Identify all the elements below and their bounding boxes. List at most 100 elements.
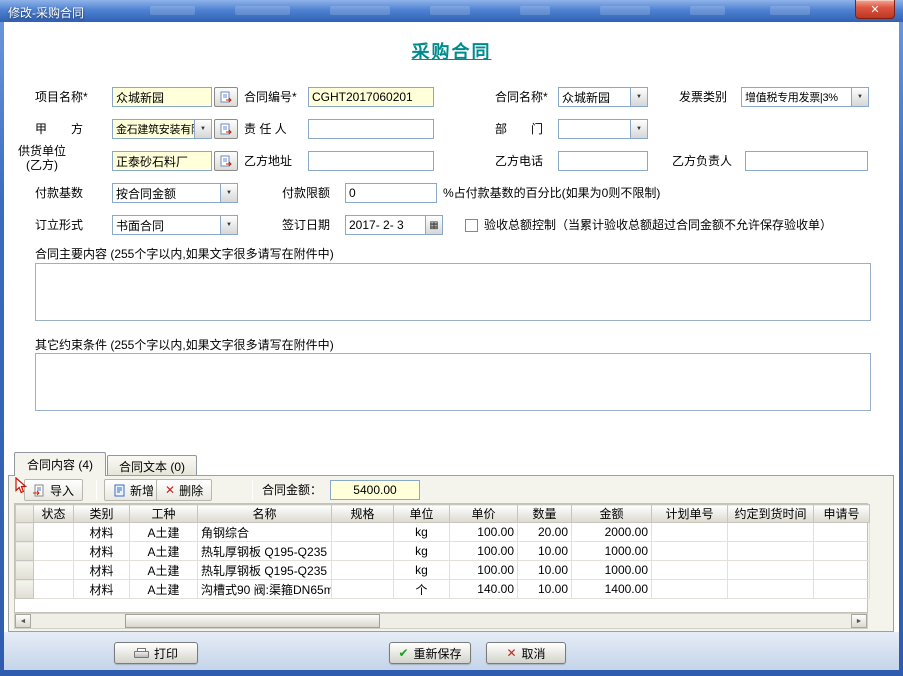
cell-work-type[interactable]: A土建 [130,580,198,599]
cell-name[interactable]: 沟槽式90 阀:渠箍DN65mm [198,580,332,599]
cell-name[interactable]: 热轧厚钢板 Q195-Q235 8 [198,561,332,580]
cell-status[interactable] [34,580,74,599]
cell-amount[interactable]: 1000.00 [572,542,652,561]
row-header-cell[interactable] [16,542,34,561]
scroll-right-button[interactable]: ► [851,614,867,628]
save-button[interactable]: ✔ 重新保存 [389,642,471,664]
cell-plan-no[interactable] [652,523,728,542]
cell-request-no[interactable] [814,523,870,542]
print-button[interactable]: 打印 [114,642,198,664]
cell-request-no[interactable] [814,561,870,580]
tab-contract-text[interactable]: 合同文本 (0) [107,455,197,476]
column-header[interactable]: 约定到货时间 [728,505,814,523]
cell-work-type[interactable]: A土建 [130,542,198,561]
column-header[interactable]: 金额 [572,505,652,523]
row-header-cell[interactable] [16,580,34,599]
import-button[interactable]: 导入 [24,479,83,501]
form-type-combobox[interactable]: 书面合同 ▼ [112,215,238,235]
sign-date-picker[interactable]: 2017- 2- 3 ▦ [345,215,443,235]
contract-no-input[interactable] [308,87,434,107]
cell-unit[interactable]: kg [394,561,450,580]
column-header[interactable]: 规格 [332,505,394,523]
cell-spec[interactable] [332,580,394,599]
invoice-type-combobox[interactable]: 增值税专用发票|3% ▼ [741,87,869,107]
contract-name-combobox[interactable]: 众城新园 ▼ [558,87,648,107]
cell-plan-no[interactable] [652,580,728,599]
cell-delivery-time[interactable] [728,561,814,580]
cell-name[interactable]: 角钢综合 [198,523,332,542]
party-a-combobox[interactable]: 金石建筑安装有限公 ▼ [112,119,212,139]
supplier-lookup-button[interactable] [214,151,238,171]
cell-delivery-time[interactable] [728,580,814,599]
other-terms-textarea[interactable] [35,353,871,411]
chevron-down-icon[interactable]: ▼ [220,184,237,202]
delete-button[interactable]: ✕ 删除 [156,479,212,501]
cell-status[interactable] [34,561,74,580]
cell-name[interactable]: 热轧厚钢板 Q195-Q235 2 [198,542,332,561]
cell-quantity[interactable]: 10.00 [518,580,572,599]
column-header[interactable]: 状态 [34,505,74,523]
cell-amount[interactable]: 2000.00 [572,523,652,542]
cell-amount[interactable]: 1000.00 [572,561,652,580]
column-header[interactable]: 名称 [198,505,332,523]
column-header[interactable]: 类别 [74,505,130,523]
cell-plan-no[interactable] [652,542,728,561]
table-row[interactable]: 材料 A土建 角钢综合 kg 100.00 20.00 2000.00 [16,523,870,542]
cancel-button[interactable]: ✕ 取消 [486,642,566,664]
chevron-down-icon[interactable]: ▼ [220,216,237,234]
add-button[interactable]: 新增 [104,479,163,501]
row-header-cell[interactable] [16,561,34,580]
cell-status[interactable] [34,523,74,542]
column-header[interactable]: 计划单号 [652,505,728,523]
main-content-textarea[interactable] [35,263,871,321]
responsible-input[interactable] [308,119,434,139]
party-a-lookup-button[interactable] [214,119,238,139]
cell-category[interactable]: 材料 [74,523,130,542]
payment-limit-input[interactable] [345,183,437,203]
cell-category[interactable]: 材料 [74,542,130,561]
cell-plan-no[interactable] [652,561,728,580]
cell-category[interactable]: 材料 [74,580,130,599]
scrollbar-thumb[interactable] [125,614,380,628]
column-header[interactable]: 单价 [450,505,518,523]
cell-spec[interactable] [332,561,394,580]
supplier-input[interactable] [112,151,212,171]
table-row[interactable]: 材料 A土建 沟槽式90 阀:渠箍DN65mm 个 140.00 10.00 1… [16,580,870,599]
department-combobox[interactable]: ▼ [558,119,648,139]
cell-category[interactable]: 材料 [74,561,130,580]
cell-status[interactable] [34,542,74,561]
titlebar[interactable]: 修改-采购合同 ✕ [0,0,903,22]
cell-request-no[interactable] [814,542,870,561]
cell-delivery-time[interactable] [728,542,814,561]
payment-base-combobox[interactable]: 按合同金额 ▼ [112,183,238,203]
cell-work-type[interactable]: A土建 [130,523,198,542]
chevron-down-icon[interactable]: ▼ [851,88,868,106]
column-header[interactable]: 申请号 [814,505,870,523]
cell-quantity[interactable]: 20.00 [518,523,572,542]
cell-unit-price[interactable]: 100.00 [450,523,518,542]
horizontal-scrollbar[interactable]: ◄ ► [14,613,868,629]
column-header[interactable]: 数量 [518,505,572,523]
cell-spec[interactable] [332,523,394,542]
cell-work-type[interactable]: A土建 [130,561,198,580]
table-row[interactable]: 材料 A土建 热轧厚钢板 Q195-Q235 8 kg 100.00 10.00… [16,561,870,580]
cell-unit[interactable]: 个 [394,580,450,599]
project-name-input[interactable] [112,87,212,107]
party-b-phone-input[interactable] [558,151,648,171]
table-row[interactable]: 材料 A土建 热轧厚钢板 Q195-Q235 2 kg 100.00 10.00… [16,542,870,561]
tab-contract-items[interactable]: 合同内容 (4) [14,452,106,476]
chevron-down-icon[interactable]: ▼ [630,88,647,106]
chevron-down-icon[interactable]: ▼ [194,120,211,138]
column-header[interactable]: 单位 [394,505,450,523]
cell-unit[interactable]: kg [394,523,450,542]
cell-quantity[interactable]: 10.00 [518,561,572,580]
cell-unit-price[interactable]: 100.00 [450,542,518,561]
row-header-cell[interactable] [16,523,34,542]
cell-quantity[interactable]: 10.00 [518,542,572,561]
acceptance-control-checkbox[interactable] [465,219,478,232]
cell-request-no[interactable] [814,580,870,599]
cell-unit-price[interactable]: 100.00 [450,561,518,580]
cell-delivery-time[interactable] [728,523,814,542]
column-header[interactable]: 工种 [130,505,198,523]
party-b-leader-input[interactable] [745,151,868,171]
